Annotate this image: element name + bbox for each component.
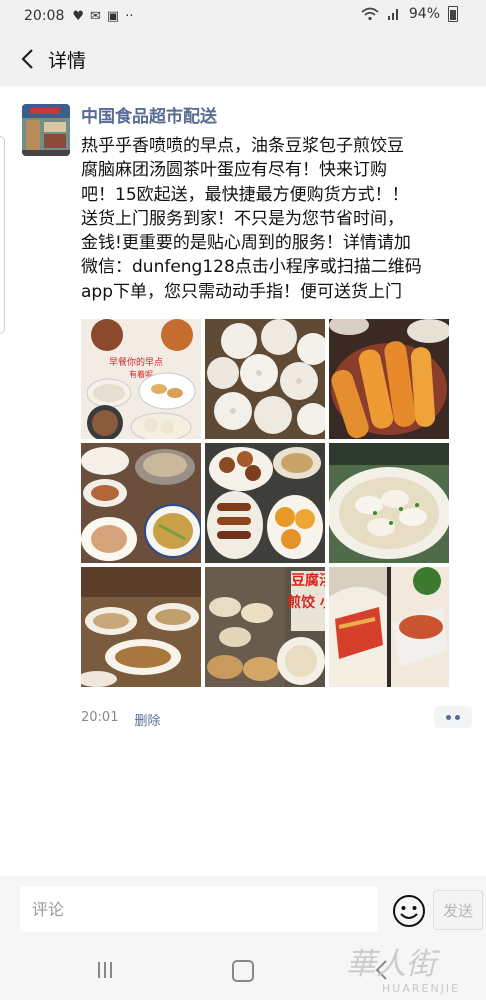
wifi-icon (361, 7, 379, 21)
watermark-logo: 華人街 HUARENJIE (346, 947, 460, 995)
post-author[interactable]: 中国食品超市配送 (81, 102, 217, 127)
home-icon[interactable] (232, 960, 254, 982)
post-text-line: 金钱!更重要的是贴心周到的服务！详情请加 (81, 233, 411, 254)
post-text-line: app下单，您只需动动手指！便可送货上门 (81, 281, 402, 302)
post-text-line: 热乎乎香喷喷的早点，油条豆浆包子煎饺豆 (81, 136, 404, 156)
photo-dumplings-banner[interactable]: 豆腐汤 煎饺 小 (205, 567, 325, 687)
post-text: 热乎乎香喷喷的早点，油条豆浆包子煎饺豆 腐脑麻团汤圆茶叶蛋应有尽有！快来订购 吧… (81, 134, 467, 304)
battery-icon (448, 6, 458, 22)
post-text-line: 微信：dunfeng128点击小程序或扫描二维码 (81, 257, 422, 278)
avatar[interactable] (22, 104, 70, 156)
back-icon[interactable] (16, 48, 38, 70)
photo-steamed-buns[interactable] (205, 319, 325, 439)
recent-apps-icon[interactable] (98, 962, 118, 980)
more-actions-button[interactable] (434, 706, 472, 728)
poster-text-1: 早餐你的早点 (109, 356, 163, 368)
send-button[interactable]: 发送 (433, 890, 483, 930)
mail-icon: ✉ (90, 8, 101, 24)
photo-breakfast-poster[interactable]: 早餐你的早点 有着呢 (81, 319, 201, 439)
photo-dim-sum-table[interactable] (81, 443, 201, 563)
photo-fried-dough[interactable] (329, 319, 449, 439)
photo-fried-snacks[interactable] (205, 443, 325, 563)
edge-handle[interactable] (0, 136, 5, 334)
photo-noodle-bowls[interactable] (81, 567, 201, 687)
banner-text-2: 煎饺 小 (287, 594, 325, 611)
photo-wonton-soup[interactable] (329, 443, 449, 563)
battery-level: 94% (408, 6, 440, 22)
dot (446, 714, 451, 720)
delete-link[interactable]: 删除 (134, 710, 160, 729)
top-nav-bar: 详情 (0, 32, 486, 86)
image-icon: ▣ (106, 8, 120, 24)
heart-icon: ♥ (72, 8, 85, 24)
post-time: 20:01 (81, 710, 119, 725)
banner-text-1: 豆腐汤 (291, 572, 325, 589)
more-icon: ·· (125, 8, 134, 24)
emoji-icon[interactable] (392, 894, 426, 928)
watermark-cn: 華人街 (346, 947, 441, 982)
page-title: 详情 (48, 49, 87, 72)
post-meta: 20:01 删除 (81, 710, 160, 729)
photo-fried-bread[interactable] (329, 567, 449, 687)
status-bar: 20:08 ♥ ✉ ▣ ·· 94% (0, 0, 486, 32)
signal-icon (387, 9, 398, 20)
watermark-latin: HUARENJIE (382, 982, 460, 995)
status-time: 20:08 (24, 8, 65, 24)
post-text-line: 吧！15欧起送，最快捷最方便购货方式！！ (81, 184, 409, 205)
dot (455, 714, 460, 720)
comment-input[interactable] (20, 886, 378, 932)
post-text-line: 腐脑麻团汤圆茶叶蛋应有尽有！快来订购 (81, 160, 387, 181)
post-text-line: 送货上门服务到家！不只是为您节省时间， (81, 208, 404, 229)
photo-grid: 早餐你的早点 有着呢 豆腐 煎饺 (81, 319, 451, 687)
